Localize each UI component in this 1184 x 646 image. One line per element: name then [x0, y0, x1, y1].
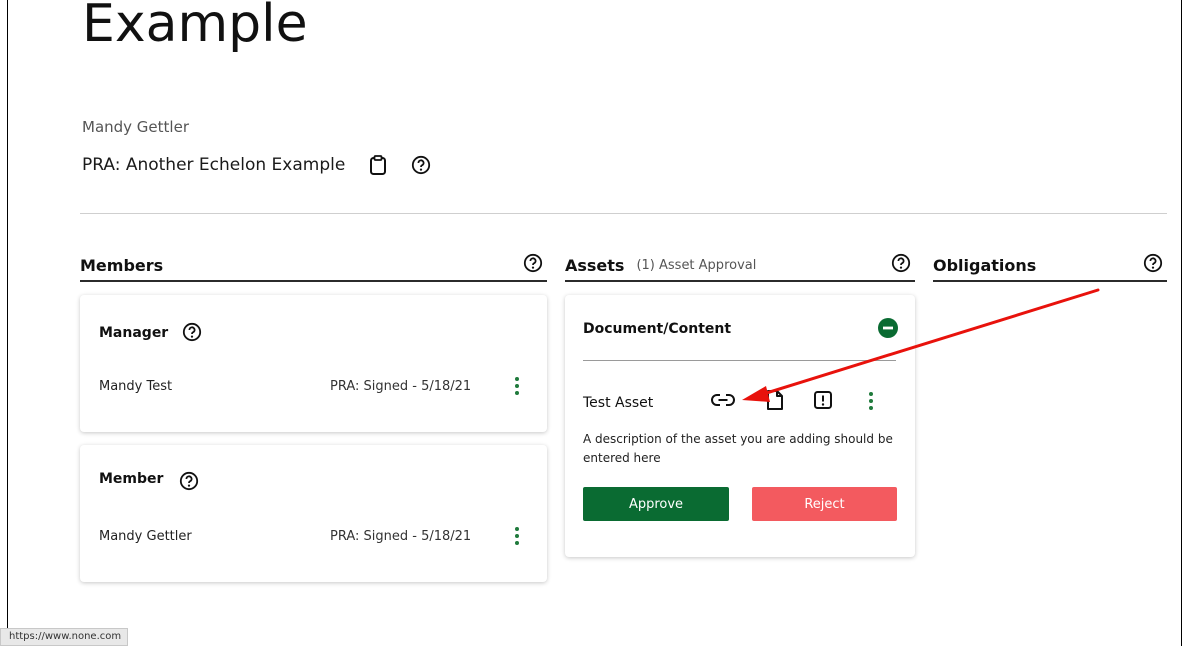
status-bar-url: https://www.none.com: [0, 628, 129, 646]
annotation-arrow: [742, 288, 1100, 402]
